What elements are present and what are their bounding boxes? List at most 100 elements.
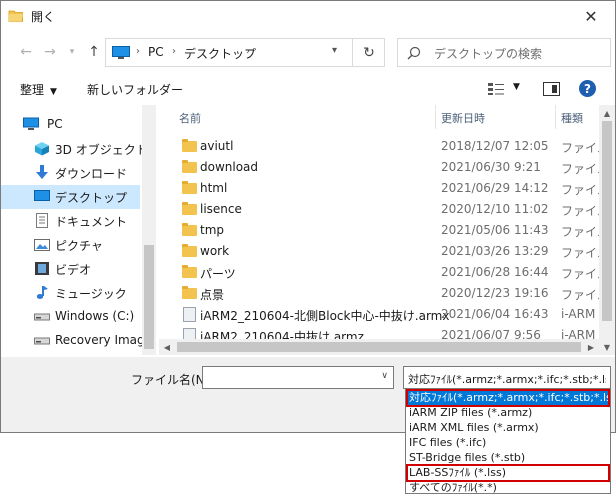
file-row[interactable]: download 2021/06/30 9:21 ファイル [159,157,609,178]
search-input[interactable]: デスクトップの検索 [397,38,611,67]
chevron-down-icon: ▾ [69,47,75,57]
file-row[interactable]: tmp 2021/05/06 11:43 ファイル [159,220,609,241]
file-type-option[interactable]: LAB-SSﾌｧｲﾙ (*.lss) [406,464,610,482]
file-name: html [200,181,228,195]
file-type-option[interactable]: すべてのﾌｧｲﾙ(*.*) [407,480,609,495]
sidebar-item-label: ピクチャ [55,239,103,253]
refresh-icon: ↻ [363,44,375,61]
file-row[interactable]: iARM2_210604-北側Block中心-中抜け.armx 2021/06/… [159,304,599,325]
file-type-option[interactable]: ST-Bridge files (*.stb) [407,450,609,466]
view-dropdown-caret[interactable]: ▼ [513,82,520,92]
sidebar-item-label: ドキュメント [55,215,128,229]
title-bar: 開く ✕ [1,1,615,31]
file-list-vertical-scrollbar[interactable]: ▲ ▼ [599,105,615,355]
scroll-right-icon[interactable]: ▶ [583,339,599,355]
sidebar-scrollbar[interactable] [142,105,156,355]
file-date: 2021/05/06 11:43 [441,223,549,237]
file-date: 2021/06/28 16:44 [441,265,549,279]
pc-icon [23,117,39,130]
sidebar-item-label: 3D オブジェクト [55,143,148,157]
sidebar-item-windows-c[interactable]: Windows (C:) [1,305,140,329]
folder-icon [182,202,197,216]
sidebar-item-3d-objects[interactable]: 3D オブジェクト [1,137,148,161]
forward-button[interactable]: → [41,43,59,61]
file-row[interactable]: work 2021/03/26 13:29 ファイル [159,241,609,262]
refresh-button[interactable]: ↻ [352,39,385,66]
horizontal-scrollbar-thumb[interactable] [177,342,581,352]
help-icon[interactable]: ? [579,80,596,97]
file-type-filter-select[interactable]: 対応ﾌｧｲﾙ(*.armz;*.armx;*.ifc;*.stb;*.lss) [403,366,611,389]
close-button[interactable]: ✕ [571,1,611,31]
address-segment-pc[interactable]: PC [148,45,164,59]
address-bar[interactable]: › PC › デスクトップ › ▾ ↻ [105,38,385,67]
vertical-scrollbar-thumb[interactable] [602,121,612,321]
organize-label: 整理 [20,83,45,97]
column-header-type[interactable]: 種類 [561,110,583,126]
sidebar-item-music[interactable]: ミュージック [1,281,140,305]
filename-input[interactable]: ∨ [202,366,394,389]
file-name: download [200,160,259,174]
documents-icon [36,213,48,228]
arrow-up-icon: ↑ [88,44,100,60]
column-header-row: 名前 更新日時 種類 [159,105,599,129]
scroll-down-icon[interactable]: ▼ [599,339,615,355]
new-folder-button[interactable]: 新しいフォルダー [87,81,183,98]
sidebar-item-videos[interactable]: ビデオ [1,257,140,281]
window-title: 開く [31,10,56,24]
back-button[interactable]: ← [17,43,35,61]
file-row[interactable]: html 2021/06/29 14:12 ファイル [159,178,609,199]
recent-dropdown-button[interactable]: ▾ [63,43,81,61]
file-type-option[interactable]: iARM XML files (*.armx) [407,420,609,436]
command-toolbar: 整理 ▼ 新しいフォルダー ▼ ? [1,73,615,105]
file-list-horizontal-scrollbar[interactable]: ◀ ▶ [159,339,599,355]
sidebar-item-label: PC [47,117,63,131]
folder-icon [182,223,197,237]
preview-pane-icon[interactable] [543,82,560,96]
file-list: 名前 更新日時 種類 aviutl 2018/12/07 12:05 ファイル … [159,105,615,355]
folder-icon [182,244,197,258]
file-type: i-ARM [561,307,596,321]
column-divider[interactable] [435,105,436,129]
up-button[interactable]: ↑ [85,43,103,61]
folder-open-icon [8,10,23,22]
file-row[interactable]: 点景 2020/12/23 19:16 ファイル [159,283,609,304]
file-name: iARM2_210604-北側Block中心-中抜け.armx [200,309,450,323]
scroll-left-icon[interactable]: ◀ [159,339,175,355]
drive-icon [34,337,50,345]
column-divider[interactable] [555,105,556,129]
desktop-icon [34,190,50,201]
caret-down-icon: ▼ [50,87,57,97]
sidebar-item-recovery-image[interactable]: Recovery Image [1,329,152,353]
sidebar-item-pictures[interactable]: ピクチャ [1,233,140,257]
sidebar-item-downloads[interactable]: ダウンロード [1,161,140,185]
file-type-option[interactable]: IFC files (*.ifc) [407,435,609,451]
file-type-option[interactable]: iARM ZIP files (*.armz) [407,405,609,421]
file-type-option[interactable]: 対応ﾌｧｲﾙ(*.armz;*.armx;*.ifc;*.stb;*.lss) [406,389,610,407]
sidebar-item-desktop[interactable]: デスクトップ [1,185,140,209]
column-header-date[interactable]: 更新日時 [441,110,485,126]
address-history-dropdown[interactable]: ▾ [332,45,337,56]
navigation-bar: ← → ▾ ↑ › PC › デスクトップ › ▾ ↻ デスクトップの検索 [1,35,615,69]
sidebar-item-pc[interactable]: PC [1,113,140,137]
chevron-down-icon[interactable]: ∨ [381,371,388,381]
sidebar-item-label: ミュージック [55,287,127,301]
scroll-up-icon[interactable]: ▲ [599,105,615,121]
chevron-right-icon: › [172,46,176,57]
file-row[interactable]: lisence 2020/12/10 11:02 ファイル [159,199,609,220]
folder-icon [182,139,197,153]
folder-icon [182,286,197,300]
file-name: 点景 [200,288,225,302]
column-header-name[interactable]: 名前 [179,110,201,126]
file-date: 2021/03/26 13:29 [441,244,549,258]
file-date: 2021/06/30 9:21 [441,160,541,174]
view-options-icon[interactable] [487,82,505,96]
search-placeholder: デスクトップの検索 [434,47,543,61]
organize-button[interactable]: 整理 ▼ [20,81,57,98]
file-row[interactable]: パーツ 2021/06/28 16:44 ファイル [159,262,609,283]
file-row[interactable]: aviutl 2018/12/07 12:05 ファイル [159,136,609,157]
file-name: パーツ [200,267,236,281]
folder-icon [182,265,197,279]
sidebar-scrollbar-thumb[interactable] [144,245,154,349]
sidebar-item-documents[interactable]: ドキュメント [1,209,140,233]
file-name: lisence [200,202,242,216]
